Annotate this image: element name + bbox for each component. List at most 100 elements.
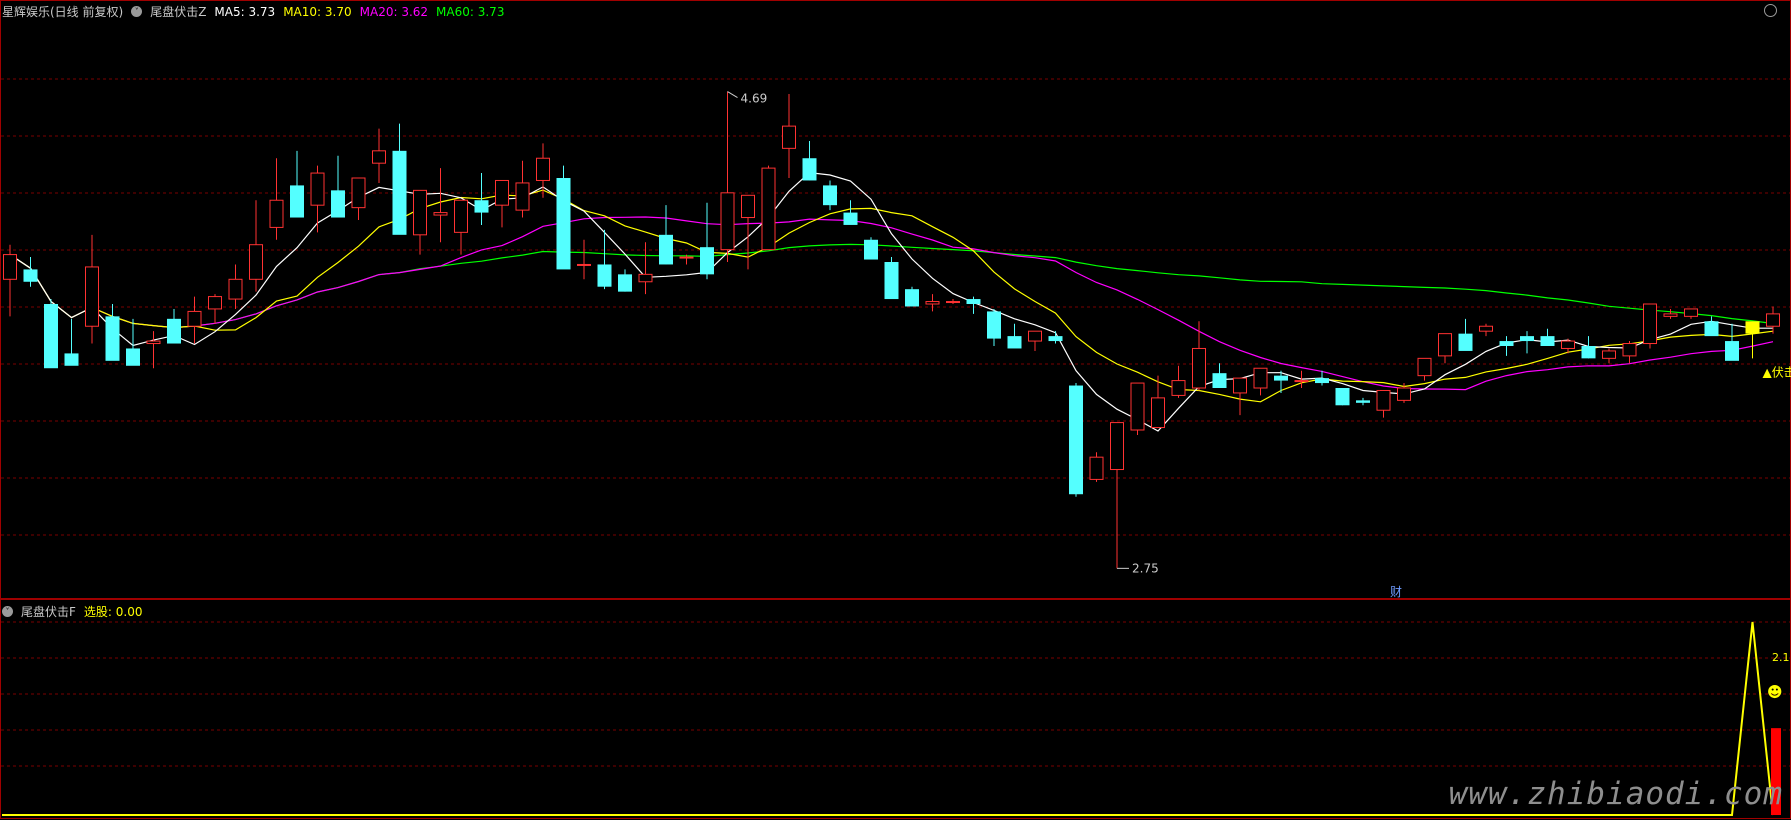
candle-body xyxy=(700,247,714,275)
candle-body xyxy=(1622,343,1637,357)
candle-body xyxy=(1417,357,1432,377)
candle-body xyxy=(474,200,489,213)
collapse-icon[interactable]: ˅ xyxy=(2,606,13,617)
candle-body xyxy=(1745,321,1760,334)
candle-body xyxy=(1479,325,1493,332)
candle-body xyxy=(1356,400,1370,403)
candle-body xyxy=(85,266,99,327)
candle-body xyxy=(1048,336,1063,342)
smiley-icon: ☻ xyxy=(1767,683,1783,701)
candle-body xyxy=(556,178,571,270)
high-marker xyxy=(727,91,738,98)
candle-body xyxy=(1581,346,1596,359)
main-panel-frame xyxy=(0,0,1791,599)
candle-body xyxy=(1520,336,1534,342)
candle-body xyxy=(1028,330,1042,342)
candle-body xyxy=(413,189,427,236)
ma60-label: MA60: 3.73 xyxy=(436,4,505,19)
candle-body xyxy=(269,199,284,228)
candle-body xyxy=(1663,313,1678,317)
candle-body xyxy=(884,262,899,300)
candle-body xyxy=(249,244,263,280)
high-label: 4.69 xyxy=(741,92,768,106)
candle-body xyxy=(433,212,448,216)
candle-body xyxy=(536,157,550,181)
settings-icon[interactable] xyxy=(1764,4,1777,17)
candle-body xyxy=(1294,380,1309,383)
candle-body xyxy=(1602,350,1616,359)
sub-peak-label: 2.1 xyxy=(1772,651,1790,664)
candle-body xyxy=(167,318,181,344)
sub-chart-header: ˅ 尾盘伏击F 选股: 0.00 xyxy=(2,603,142,620)
candle-body xyxy=(1766,313,1780,327)
candle-body xyxy=(1376,389,1391,411)
candle-body xyxy=(3,254,17,280)
candle-body xyxy=(208,296,222,310)
candle-body xyxy=(1438,333,1452,357)
candle-body xyxy=(1192,347,1206,389)
candle-body xyxy=(105,316,120,361)
candle-body xyxy=(228,278,243,300)
candle-body xyxy=(1643,303,1657,345)
indicator-name[interactable]: 尾盘伏击Z xyxy=(150,3,206,20)
main-chart-header: 星辉娱乐(日线 前复权) ˅ 尾盘伏击Z MA5: 3.73 MA10: 3.7… xyxy=(2,3,504,20)
stock-name[interactable]: 星辉娱乐(日线 前复权) xyxy=(2,3,123,20)
candle-body xyxy=(331,190,345,218)
candle-body xyxy=(1212,373,1227,388)
candle-body xyxy=(290,185,304,218)
candle-body xyxy=(1458,333,1473,351)
candle-body xyxy=(905,289,919,307)
candle-body xyxy=(454,199,468,233)
candle-body xyxy=(1499,341,1514,346)
candle-body xyxy=(1704,321,1719,337)
candle-body xyxy=(946,301,960,304)
low-label: 2.75 xyxy=(1132,561,1159,575)
cai-label: 财 xyxy=(1390,585,1402,599)
candle-body xyxy=(1684,308,1698,317)
candle-body xyxy=(44,304,58,369)
candle-body xyxy=(126,348,140,366)
candle-body xyxy=(310,172,325,206)
candle-body xyxy=(392,150,407,235)
stock-chart: 4.69 2.75 ▲伏击财 2.1 ☻ xyxy=(0,0,1791,819)
candle-body xyxy=(495,179,509,206)
select-label: 选股: 0.00 xyxy=(83,605,143,619)
candle-body xyxy=(1171,380,1186,396)
candle-body xyxy=(1725,341,1739,361)
candle-body xyxy=(1130,382,1145,431)
ma5-label: MA5: 3.73 xyxy=(214,4,276,19)
watermark: www.zhibiaodi.com xyxy=(1448,776,1783,812)
candle-body xyxy=(1007,336,1022,349)
candle-body xyxy=(515,182,530,211)
candle-body xyxy=(64,353,79,366)
sub-indicator-name[interactable]: 尾盘伏击F xyxy=(21,603,76,620)
candle-body xyxy=(618,274,632,292)
candle-body xyxy=(720,192,735,251)
signal-label: ▲伏击 xyxy=(1763,365,1791,379)
collapse-icon[interactable]: ˅ xyxy=(131,6,143,17)
candle-body xyxy=(1315,378,1329,384)
candle-body xyxy=(1069,385,1083,495)
candle-body xyxy=(966,299,981,304)
candle-body xyxy=(146,340,161,345)
candle-body xyxy=(843,212,858,225)
candle-body xyxy=(1110,422,1124,471)
candle-body xyxy=(372,150,386,164)
candle-body xyxy=(987,311,1001,339)
candle-body xyxy=(1397,387,1411,401)
candle-body xyxy=(864,239,878,260)
candle-body xyxy=(1089,456,1104,480)
ma20-label: MA20: 3.62 xyxy=(359,4,429,19)
candle-body xyxy=(187,310,202,327)
candle-body xyxy=(1151,397,1165,429)
candle-body xyxy=(1540,336,1555,346)
candle-body xyxy=(1233,377,1247,394)
candle-body xyxy=(23,269,38,282)
candle-body xyxy=(577,263,591,266)
candle-body xyxy=(1253,367,1268,389)
candle-body xyxy=(782,125,796,149)
candle-body xyxy=(351,177,366,209)
candle-body xyxy=(925,301,940,305)
candle-body xyxy=(659,234,673,265)
candle-body xyxy=(638,273,653,283)
